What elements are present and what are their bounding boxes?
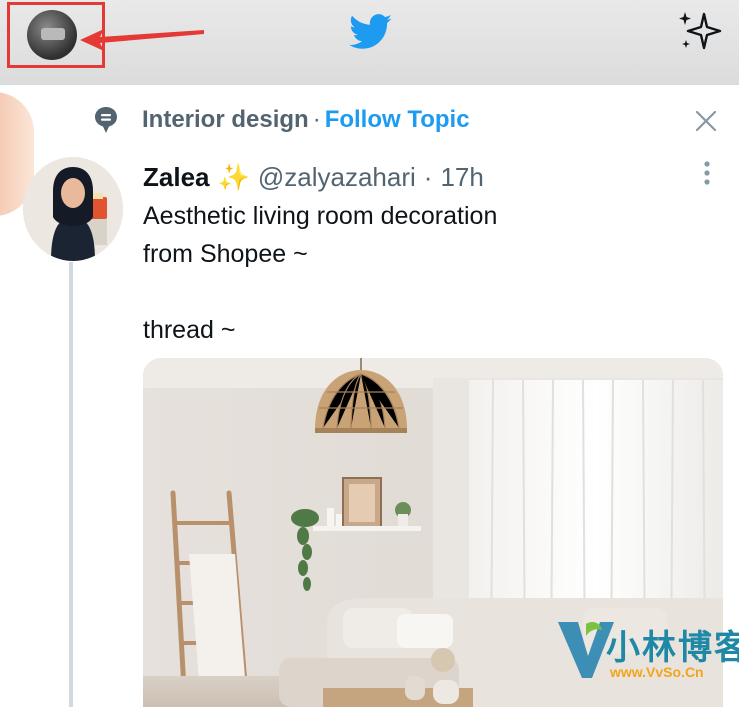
twitter-bird-icon[interactable] bbox=[349, 14, 393, 50]
author-display-name[interactable]: Zalea bbox=[143, 162, 210, 193]
tweet-text-line: thread ~ bbox=[143, 316, 236, 344]
tweet-text: Aesthetic living room decoration from Sh… bbox=[143, 197, 497, 349]
topic-separator: · bbox=[312, 106, 321, 133]
close-icon[interactable] bbox=[695, 110, 717, 132]
tweet-text-line bbox=[143, 273, 497, 311]
topic-bubble-icon bbox=[95, 107, 117, 133]
tweet-header: Zalea ✨ @zalyazahari · 17h bbox=[143, 160, 484, 194]
top-app-bar bbox=[0, 0, 739, 85]
topic-name[interactable]: Interior design bbox=[142, 106, 309, 134]
author-handle[interactable]: @zalyazahari bbox=[258, 162, 416, 193]
tweet-text-line: Aesthetic living room decoration bbox=[143, 202, 498, 230]
tweet-text-line: from Shopee ~ bbox=[143, 240, 308, 268]
watermark-title: 小林博客 bbox=[606, 629, 739, 667]
tweet-timestamp[interactable]: 17h bbox=[440, 162, 483, 193]
site-watermark: 小林博客 www.VvSo.Cn bbox=[556, 618, 739, 684]
annotation-arrow-icon bbox=[80, 29, 204, 51]
more-vertical-icon[interactable] bbox=[700, 160, 714, 188]
topic-row: Interior design · Follow Topic bbox=[94, 104, 470, 136]
watermark-url: www.VvSo.Cn bbox=[610, 664, 704, 680]
sparkle-icon[interactable] bbox=[676, 10, 724, 54]
sparkles-emoji: ✨ bbox=[217, 161, 250, 192]
author-photo bbox=[23, 157, 123, 261]
follow-topic-button[interactable]: Follow Topic bbox=[325, 106, 470, 134]
meta-separator: · bbox=[423, 161, 433, 192]
thread-connector-line bbox=[69, 262, 73, 707]
author-avatar[interactable] bbox=[23, 157, 123, 261]
